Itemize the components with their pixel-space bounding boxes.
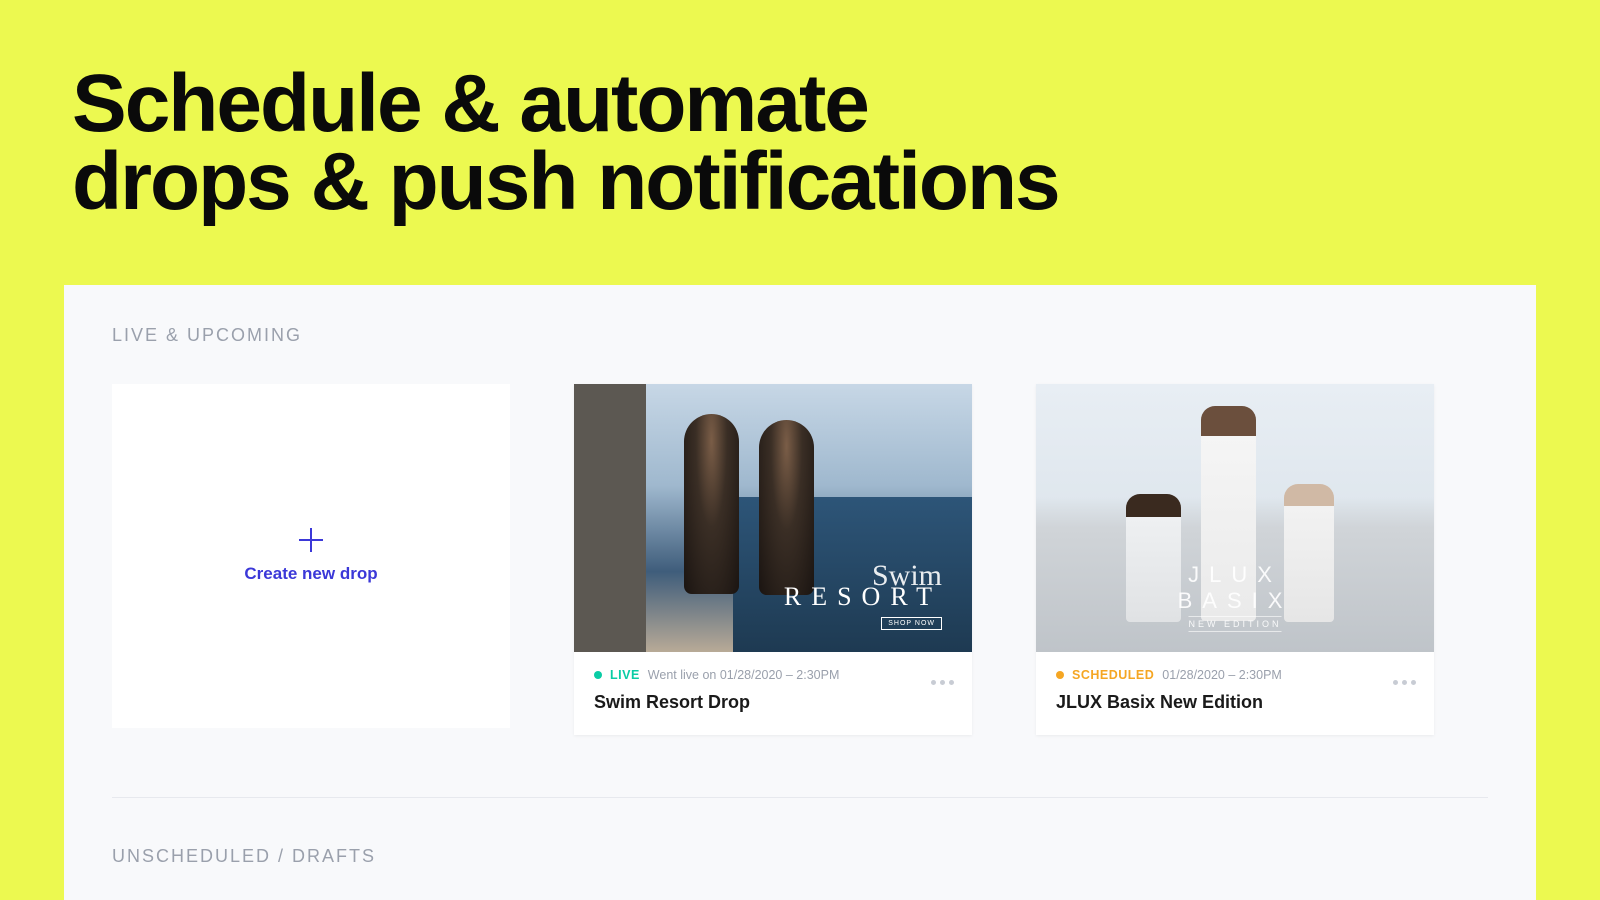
- dot-icon: [1411, 680, 1416, 685]
- drop-thumbnail: Swim RESORT SHOP NOW: [574, 384, 972, 652]
- drop-title: JLUX Basix New Edition: [1056, 692, 1414, 713]
- dot-icon: [1393, 680, 1398, 685]
- dot-icon: [949, 680, 954, 685]
- thumbnail-figure: [684, 414, 739, 594]
- section-live-upcoming-label: LIVE & UPCOMING: [112, 325, 1488, 346]
- status-row: LIVE Went live on 01/28/2020 – 2:30PM: [594, 668, 952, 682]
- overlay-script: Swim: [784, 570, 942, 582]
- drops-panel: LIVE & UPCOMING Create new drop Swim RES…: [64, 285, 1536, 900]
- status-date: Went live on 01/28/2020 – 2:30PM: [648, 668, 840, 682]
- overlay-sub: NEW EDITION: [1189, 616, 1282, 632]
- status-label: SCHEDULED: [1072, 668, 1154, 682]
- status-date: 01/28/2020 – 2:30PM: [1162, 668, 1282, 682]
- drop-thumbnail: JLUX BASIX NEW EDITION: [1036, 384, 1434, 652]
- cards-row: Create new drop Swim RESORT SHOP NOW LIV…: [112, 384, 1488, 735]
- plus-icon: [299, 528, 323, 552]
- section-divider: [112, 797, 1488, 798]
- status-row: SCHEDULED 01/28/2020 – 2:30PM: [1056, 668, 1414, 682]
- status-dot-icon: [594, 671, 602, 679]
- dot-icon: [1402, 680, 1407, 685]
- overlay-cta: SHOP NOW: [881, 617, 942, 630]
- headline-line-2: drops & push notifications: [72, 143, 1600, 221]
- more-options-button[interactable]: [931, 680, 954, 685]
- drop-title: Swim Resort Drop: [594, 692, 952, 713]
- drop-card-jlux-basix[interactable]: JLUX BASIX NEW EDITION SCHEDULED 01/28/2…: [1036, 384, 1434, 735]
- create-new-drop-card[interactable]: Create new drop: [112, 384, 510, 728]
- dot-icon: [931, 680, 936, 685]
- section-drafts-label: UNSCHEDULED / DRAFTS: [112, 846, 1488, 867]
- thumbnail-overlay-text: JLUX BASIX NEW EDITION: [1136, 562, 1335, 632]
- drop-info: SCHEDULED 01/28/2020 – 2:30PM JLUX Basix…: [1036, 652, 1434, 735]
- page-headline: Schedule & automate drops & push notific…: [0, 0, 1600, 221]
- overlay-main: JLUX BASIX: [1136, 562, 1335, 614]
- status-label: LIVE: [610, 668, 640, 682]
- thumbnail-figure: [759, 420, 814, 595]
- status-dot-icon: [1056, 671, 1064, 679]
- thumbnail-overlay-text: Swim RESORT SHOP NOW: [784, 570, 942, 630]
- headline-line-1: Schedule & automate: [72, 65, 1600, 143]
- dot-icon: [940, 680, 945, 685]
- create-new-drop-label: Create new drop: [244, 564, 377, 584]
- more-options-button[interactable]: [1393, 680, 1416, 685]
- drop-info: LIVE Went live on 01/28/2020 – 2:30PM Sw…: [574, 652, 972, 735]
- drop-card-swim-resort[interactable]: Swim RESORT SHOP NOW LIVE Went live on 0…: [574, 384, 972, 735]
